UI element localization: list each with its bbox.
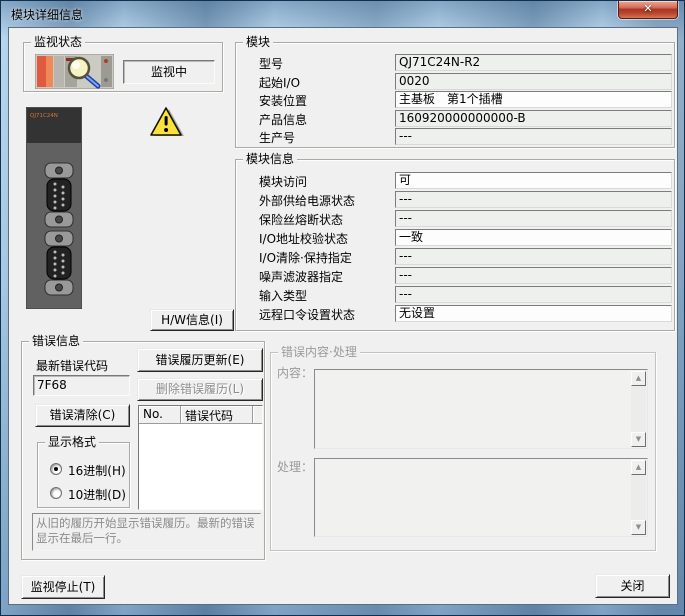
svg-text:QJ71C24N: QJ71C24N xyxy=(30,113,58,119)
field-value: 160920000000000-B xyxy=(395,110,672,127)
field-value: --- xyxy=(395,210,672,227)
delete-error-history-button: 删除错误履历(L) xyxy=(137,378,263,401)
module-info-group: 模块信息 模块访问可外部供给电源状态---保险丝熔断状态---I/O地址校验状态… xyxy=(235,159,675,331)
field-value: 一致 xyxy=(395,229,672,246)
field-value: 可 xyxy=(395,172,672,189)
field-row: I/O清除·保持指定 --- xyxy=(259,248,674,265)
dialog-title: 模块详细信息 xyxy=(11,6,83,23)
module-detail-dialog: 模块详细信息 ✕ 监视状态 监视中 xyxy=(0,0,685,616)
titlebar[interactable]: 模块详细信息 ✕ xyxy=(1,1,684,27)
error-info-group: 错误信息 最新错误代码 7F68 错误清除(C) 错误履历更新(E) 删除错误履… xyxy=(21,341,265,560)
field-row: 起始I/O 0020 xyxy=(259,73,674,90)
field-label: 噪声滤波器指定 xyxy=(259,268,343,285)
field-label: I/O清除·保持指定 xyxy=(259,249,352,266)
content-label: 内容： xyxy=(277,364,313,381)
field-row: 噪声滤波器指定 --- xyxy=(259,267,674,284)
treatment-scrollbar: ▲ ▼ xyxy=(631,460,646,535)
field-value: 无设置 xyxy=(395,305,672,322)
field-row: 远程口令设置状态 无设置 xyxy=(259,305,674,322)
field-label: 产品信息 xyxy=(259,111,307,128)
error-content-textarea: ▲ ▼ xyxy=(314,369,648,449)
latest-error-code-label: 最新错误代码 xyxy=(36,357,108,374)
history-col-filler xyxy=(253,406,262,424)
field-row: 保险丝熔断状态 --- xyxy=(259,210,674,227)
radio-unselected-icon[interactable] xyxy=(50,487,62,499)
radio-selected-icon[interactable] xyxy=(50,463,62,475)
radio-label: 10进制(D) xyxy=(68,486,126,503)
error-history-help-text: 从旧的履历开始显示错误履历。最新的错误显示在最后一行。 xyxy=(32,513,261,551)
field-label: 保险丝熔断状态 xyxy=(259,211,343,228)
module-picture: QJ71C24N xyxy=(26,107,82,309)
history-col-no[interactable]: No. xyxy=(139,406,181,424)
field-value: --- xyxy=(395,286,672,303)
hw-info-button[interactable]: H/W信息(I) xyxy=(150,309,234,331)
field-label: 输入类型 xyxy=(259,287,307,304)
close-icon[interactable]: ✕ xyxy=(618,1,678,19)
field-value: --- xyxy=(395,128,672,145)
field-row: 产品信息 160920000000000-B xyxy=(259,110,674,127)
monitor-status-value: 监视中 xyxy=(123,60,215,84)
warning-icon xyxy=(149,106,185,138)
monitoring-animation-icon xyxy=(35,54,114,89)
field-row: 模块访问 可 xyxy=(259,172,674,189)
field-label: 模块访问 xyxy=(259,173,307,190)
error-history-header: No. 错误代码 xyxy=(139,406,262,424)
error-history-list[interactable]: No. 错误代码 xyxy=(138,405,263,510)
error-history-update-button[interactable]: 错误履历更新(E) xyxy=(137,348,263,372)
field-row: 生产号 --- xyxy=(259,128,674,145)
field-label: 生产号 xyxy=(259,129,295,146)
field-value: --- xyxy=(395,191,672,208)
module-info-group-label: 模块信息 xyxy=(243,152,297,166)
field-value: 0020 xyxy=(395,73,672,90)
treatment-textarea: ▲ ▼ xyxy=(314,458,648,537)
scroll-down-icon: ▼ xyxy=(631,432,646,447)
content-scrollbar: ▲ ▼ xyxy=(631,371,646,447)
error-info-group-label: 错误信息 xyxy=(29,334,83,348)
field-value: --- xyxy=(395,248,672,265)
history-col-code[interactable]: 错误代码 xyxy=(181,406,253,424)
error-content-group: 错误内容·处理 内容： ▲ ▼ 处理： ▲ ▼ xyxy=(270,352,656,551)
field-row: 外部供给电源状态 --- xyxy=(259,191,674,208)
field-label: 起始I/O xyxy=(259,74,300,91)
close-button[interactable]: 关闭 xyxy=(595,574,670,598)
dialog-body: 监视状态 监视中 QJ71C24N xyxy=(8,27,678,605)
field-label: 型号 xyxy=(259,55,283,72)
field-row: 安装位置 主基板 第1个插槽 xyxy=(259,91,674,108)
display-format-group: 显示格式 16进制(H)10进制(D) xyxy=(37,442,130,508)
scroll-up-icon: ▲ xyxy=(631,371,646,386)
treatment-label: 处理： xyxy=(277,458,313,475)
scroll-up-icon: ▲ xyxy=(631,460,646,475)
field-label: 安装位置 xyxy=(259,92,307,109)
field-label: 外部供给电源状态 xyxy=(259,192,355,209)
module-group-label: 模块 xyxy=(243,35,273,49)
field-row: 型号 QJ71C24N-R2 xyxy=(259,54,674,71)
monitor-stop-button[interactable]: 监视停止(T) xyxy=(21,575,105,599)
monitor-status-group: 监视状态 监视中 xyxy=(23,42,223,92)
field-value: 主基板 第1个插槽 xyxy=(395,91,672,108)
latest-error-code-value: 7F68 xyxy=(33,375,130,396)
field-row: I/O地址校验状态 一致 xyxy=(259,229,674,246)
field-row: 输入类型 --- xyxy=(259,286,674,303)
error-content-group-label: 错误内容·处理 xyxy=(278,345,360,359)
module-group: 模块 型号QJ71C24N-R2起始I/O0020安装位置主基板 第1个插槽产品… xyxy=(235,42,675,148)
radio-label: 16进制(H) xyxy=(68,462,126,479)
monitor-status-label: 监视状态 xyxy=(31,35,85,49)
field-label: I/O地址校验状态 xyxy=(259,230,348,247)
field-label: 远程口令设置状态 xyxy=(259,306,355,323)
field-value: --- xyxy=(395,267,672,284)
error-clear-button[interactable]: 错误清除(C) xyxy=(35,404,130,427)
scroll-down-icon: ▼ xyxy=(631,520,646,535)
display-format-label: 显示格式 xyxy=(45,435,99,449)
field-value: QJ71C24N-R2 xyxy=(395,54,672,71)
